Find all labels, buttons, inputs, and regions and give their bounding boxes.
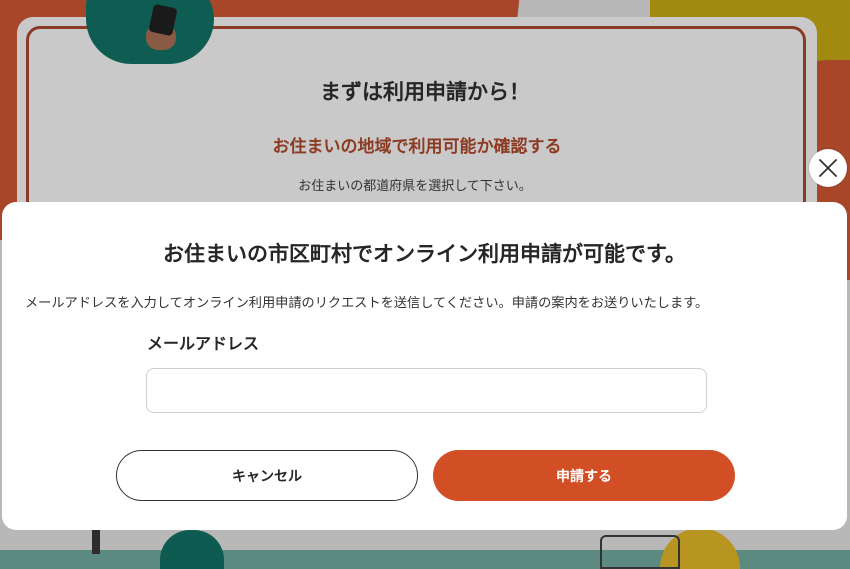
background-title: まずは利用申請から！: [320, 80, 530, 104]
email-field[interactable]: [146, 368, 707, 413]
cancel-button[interactable]: キャンセル: [116, 450, 418, 501]
modal-title: お住まいの市区町村でオンライン利用申請が可能です。: [163, 242, 686, 266]
close-button[interactable]: [809, 149, 847, 187]
background-subtitle: お住まいの地域で利用可能か確認する: [272, 137, 562, 157]
illustration-person: [160, 530, 224, 569]
email-label: メールアドレス: [147, 334, 260, 353]
illustration-pole: [92, 528, 100, 554]
background-instruction: お住まいの都道府県を選択して下さい。: [298, 179, 532, 194]
modal-description: メールアドレスを入力してオンライン利用申請のリクエストを送信してください。申請の…: [25, 296, 709, 311]
online-application-modal: お住まいの市区町村でオンライン利用申請が可能です。 メールアドレスを入力してオン…: [2, 202, 847, 530]
illustration-cart: [600, 535, 680, 569]
submit-application-button[interactable]: 申請する: [433, 450, 735, 501]
close-icon: [819, 159, 837, 177]
